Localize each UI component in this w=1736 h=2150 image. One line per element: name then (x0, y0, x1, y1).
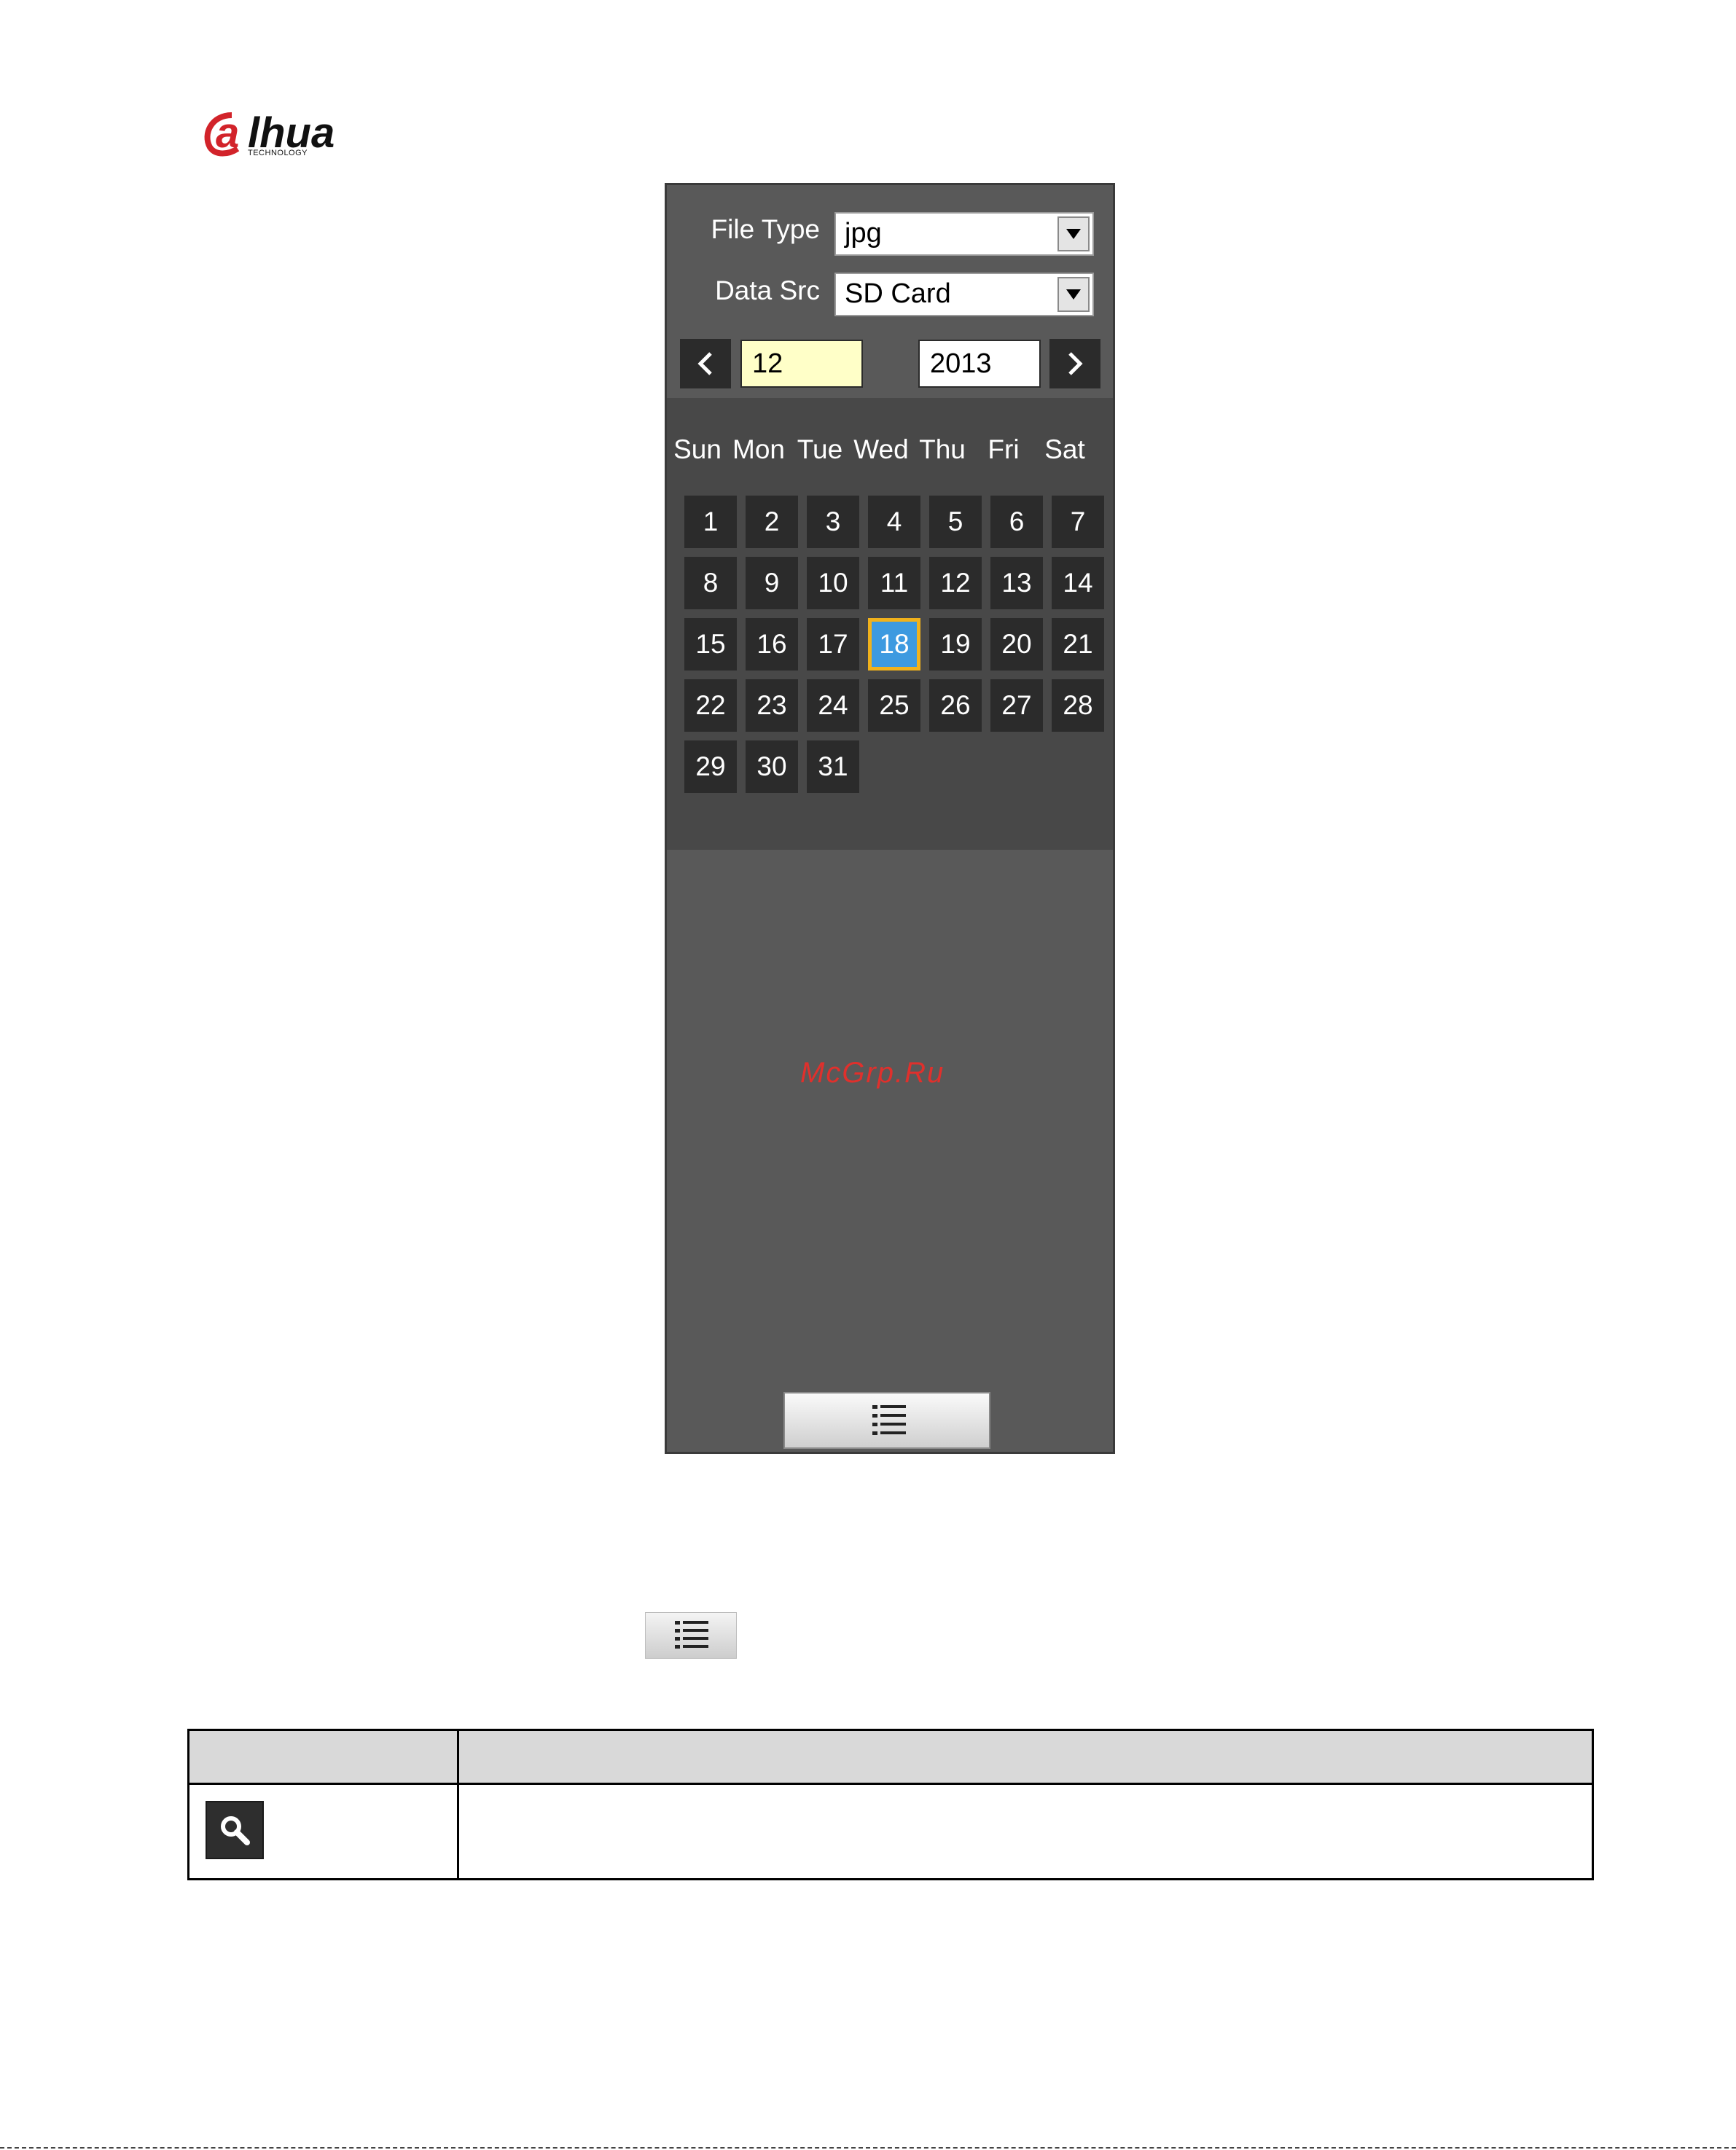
calendar-day[interactable]: 23 (746, 679, 798, 732)
calendar-day[interactable]: 21 (1052, 618, 1104, 671)
file-list-button[interactable] (783, 1392, 990, 1449)
weekday-wed: Wed (853, 434, 909, 464)
data-src-select[interactable]: SD Card (834, 273, 1094, 316)
parameter-table (187, 1729, 1594, 1880)
list-icon (872, 1405, 906, 1435)
triangle-down-icon[interactable] (1057, 277, 1090, 312)
brand-logo: a lhua TECHNOLOGY (203, 106, 378, 163)
weekday-thu: Thu (919, 434, 966, 464)
calendar-day[interactable]: 25 (868, 679, 920, 732)
file-type-label: File Type (711, 214, 820, 244)
calendar-day[interactable]: 13 (990, 557, 1043, 609)
weekday-tue: Tue (797, 434, 843, 464)
calendar-day[interactable]: 26 (929, 679, 982, 732)
watermark: McGrp.Ru (800, 1057, 945, 1089)
data-src-value: SD Card (845, 278, 951, 309)
calendar-day[interactable]: 1 (684, 496, 737, 548)
calendar-day[interactable]: 14 (1052, 557, 1104, 609)
calendar-day[interactable]: 10 (807, 557, 859, 609)
file-type-value: jpg (845, 218, 882, 249)
calendar-day[interactable]: 5 (929, 496, 982, 548)
table-column-divider (457, 1731, 459, 1878)
calendar-day[interactable]: 29 (684, 740, 737, 793)
chevron-right-icon (1068, 352, 1083, 375)
calendar-day[interactable]: 4 (868, 496, 920, 548)
file-type-select[interactable]: jpg (834, 212, 1094, 256)
page-footer-divider (0, 2147, 1736, 2149)
calendar-day[interactable]: 6 (990, 496, 1043, 548)
next-month-button[interactable] (1049, 339, 1100, 388)
calendar-day[interactable]: 28 (1052, 679, 1104, 732)
calendar-day[interactable]: 16 (746, 618, 798, 671)
triangle-down-icon[interactable] (1057, 216, 1090, 251)
year-input[interactable]: 2013 (918, 340, 1041, 388)
calendar-day[interactable]: 17 (807, 618, 859, 671)
search-button[interactable] (206, 1801, 264, 1859)
calendar-day[interactable]: 3 (807, 496, 859, 548)
calendar: Sun Mon Tue Wed Thu Fri Sat 1 2 3 4 5 6 … (667, 398, 1113, 850)
table-header (189, 1731, 1592, 1785)
weekday-mon: Mon (732, 434, 785, 464)
calendar-day[interactable]: 11 (868, 557, 920, 609)
calendar-day[interactable]: 8 (684, 557, 737, 609)
svg-text:a: a (216, 109, 239, 157)
calendar-day[interactable]: 30 (746, 740, 798, 793)
calendar-day-selected[interactable]: 18 (868, 618, 920, 671)
weekday-fri: Fri (988, 434, 1020, 464)
prev-month-button[interactable] (680, 339, 731, 388)
data-src-label: Data Src (715, 275, 820, 305)
weekday-sun: Sun (673, 434, 722, 464)
calendar-day[interactable]: 31 (807, 740, 859, 793)
calendar-day[interactable]: 12 (929, 557, 982, 609)
search-icon (221, 1816, 250, 1845)
weekday-sat: Sat (1044, 434, 1085, 464)
search-panel: File Type jpg Data Src SD Card 12 2013 S… (665, 183, 1115, 1454)
calendar-day[interactable]: 24 (807, 679, 859, 732)
list-icon (645, 1612, 737, 1659)
month-input[interactable]: 12 (740, 340, 863, 388)
calendar-day[interactable]: 15 (684, 618, 737, 671)
calendar-day[interactable]: 22 (684, 679, 737, 732)
calendar-day[interactable]: 19 (929, 618, 982, 671)
brand-tagline: TECHNOLOGY (248, 149, 308, 157)
month-value: 12 (752, 348, 783, 379)
calendar-day[interactable]: 9 (746, 557, 798, 609)
calendar-day[interactable]: 7 (1052, 496, 1104, 548)
calendar-day[interactable]: 27 (990, 679, 1043, 732)
calendar-day[interactable]: 20 (990, 618, 1043, 671)
year-value: 2013 (930, 348, 992, 379)
calendar-day[interactable]: 2 (746, 496, 798, 548)
chevron-left-icon (697, 352, 712, 375)
